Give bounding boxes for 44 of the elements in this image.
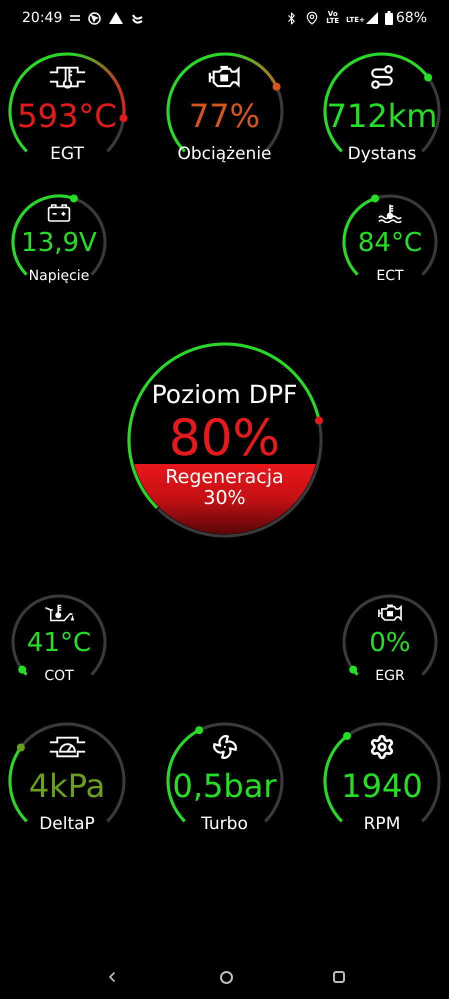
regeneration-label: Regeneracja [165, 468, 284, 487]
thermometer-icon [48, 64, 86, 90]
coolant-icon [377, 203, 403, 223]
triangle-icon [109, 12, 124, 24]
gauge-value: 593°C [17, 100, 117, 132]
gauge-label: RPM [364, 816, 400, 833]
regeneration-value: 30% [203, 489, 246, 508]
app-icon [131, 12, 144, 24]
gauge-label: Obciążenie [178, 146, 272, 163]
gauge-label: DeltaP [39, 816, 95, 833]
gauge-value: 77% [188, 100, 260, 132]
signal-icon [366, 12, 378, 24]
gauge-label: EGT [50, 146, 84, 163]
gauge-value: 84°C [358, 230, 422, 256]
gear-icon [369, 734, 395, 760]
dpf-value: 80% [168, 413, 280, 463]
dpf-title: Poziom DPF [152, 382, 298, 407]
gauge-label: Dystans [348, 146, 416, 163]
gauge-label: COT [44, 669, 74, 683]
compass-icon [88, 12, 102, 24]
gauge-label: Turbo [201, 816, 248, 833]
gauge-value: 712km [326, 100, 438, 132]
status-time: 20:49 [22, 8, 62, 28]
battery-percent: 68% [396, 8, 427, 28]
gauge-label: EGR [375, 669, 405, 683]
turbo-icon [212, 734, 238, 760]
recents-button[interactable] [333, 971, 345, 983]
gauge-value: 0% [369, 630, 411, 656]
gauge-label: Napięcie [28, 269, 90, 283]
oil-can-icon [44, 603, 74, 623]
gauge-icon [48, 734, 86, 760]
battery-status-icon [384, 11, 393, 25]
notification-icon [70, 14, 80, 22]
gauge-value: 1940 [341, 770, 423, 802]
gauge-value: 0,5bar [172, 770, 276, 802]
battery-icon [47, 203, 71, 223]
gauge-label: ECT [376, 269, 404, 283]
gauge-value: 4kPa [28, 770, 106, 802]
route-icon [369, 64, 395, 90]
gauge-value: 13,9V [21, 230, 97, 256]
engine-icon [376, 603, 404, 623]
gauge-value: 41°C [26, 630, 92, 656]
location-icon [305, 11, 320, 25]
home-button[interactable] [220, 970, 233, 984]
